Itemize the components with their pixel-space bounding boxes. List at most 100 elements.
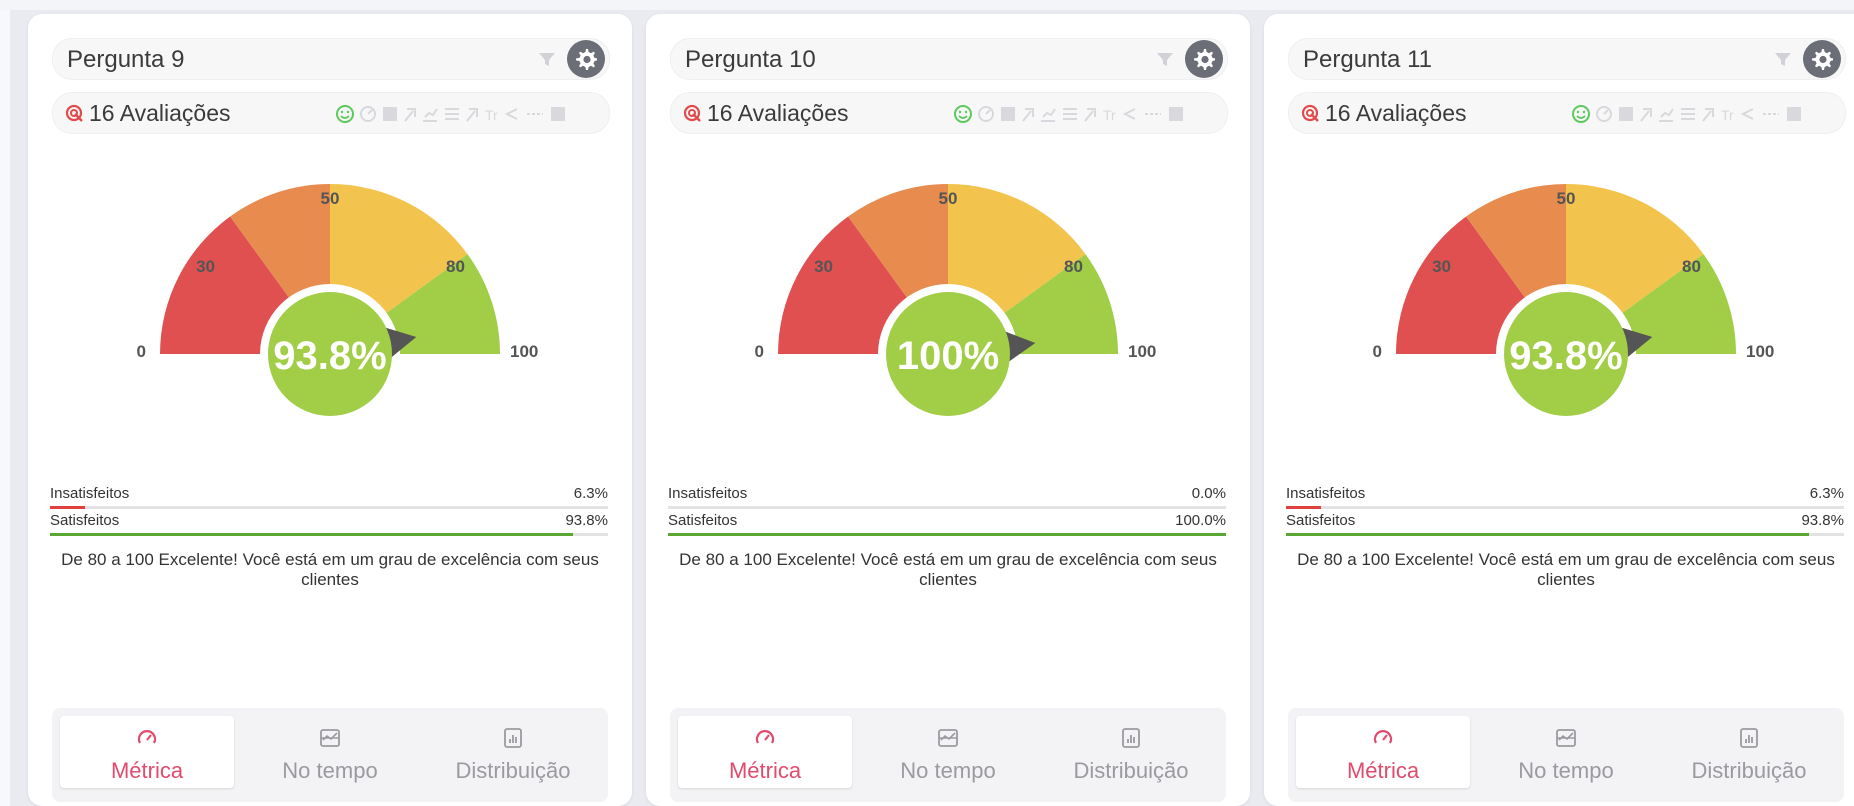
tick-label-30: 30 bbox=[196, 257, 215, 276]
satisfeitos-label: Satisfeitos bbox=[50, 512, 120, 529]
trend-icon[interactable] bbox=[466, 108, 478, 122]
share-icon[interactable] bbox=[1740, 108, 1754, 120]
satisfeitos-track bbox=[50, 533, 608, 536]
card-subheader: 16 Avaliações Tr bbox=[670, 92, 1228, 134]
list-icon[interactable] bbox=[1063, 108, 1077, 120]
settings-button[interactable] bbox=[1185, 40, 1223, 78]
filter-icon[interactable] bbox=[537, 51, 557, 69]
trend-icon[interactable] bbox=[1702, 108, 1714, 122]
settings-button[interactable] bbox=[567, 40, 605, 78]
smiley-icon[interactable] bbox=[336, 105, 354, 123]
bar-icon[interactable] bbox=[383, 107, 397, 121]
tab-label: No tempo bbox=[900, 758, 996, 783]
tab-no-tempo[interactable]: No tempo bbox=[1479, 716, 1653, 788]
satisfeitos-label: Satisfeitos bbox=[1286, 512, 1356, 529]
list-icon[interactable] bbox=[445, 108, 459, 120]
gear-icon bbox=[576, 49, 597, 70]
question-card-10: Pergunta 10 16 Avaliações Tr 100% 0 30 5… bbox=[646, 14, 1250, 806]
text-size-icon[interactable]: Tr bbox=[1721, 107, 1734, 123]
bar-icon[interactable] bbox=[1619, 107, 1633, 121]
responses-count: 16 Avaliações bbox=[707, 100, 849, 126]
gauge-value: 93.8% bbox=[1509, 334, 1622, 378]
question-title: Pergunta 9 bbox=[67, 46, 185, 73]
tick-label-100: 100 bbox=[1128, 342, 1156, 361]
responses-count: 16 Avaliações bbox=[1325, 100, 1467, 126]
tick-label-30: 30 bbox=[814, 257, 833, 276]
tab-distribuicao[interactable]: Distribuição bbox=[1044, 716, 1218, 788]
smiley-icon[interactable] bbox=[1572, 105, 1590, 123]
gauge-icon[interactable] bbox=[360, 106, 376, 122]
tick-label-100: 100 bbox=[510, 342, 538, 361]
satisfeitos-track bbox=[1286, 533, 1844, 536]
tab-label: No tempo bbox=[1518, 758, 1614, 783]
tab-no-tempo[interactable]: No tempo bbox=[861, 716, 1035, 788]
share-icon[interactable] bbox=[504, 108, 518, 120]
share-icon[interactable] bbox=[1122, 108, 1136, 120]
satisfeitos-value: 93.8% bbox=[565, 512, 608, 529]
insatisfeitos-fill bbox=[50, 506, 86, 509]
tab-metrica[interactable]: Métrica bbox=[60, 716, 234, 788]
tab-metrica[interactable]: Métrica bbox=[678, 716, 852, 788]
gauge-icon[interactable] bbox=[978, 106, 994, 122]
image-icon[interactable] bbox=[1169, 107, 1183, 121]
insatisfeitos-track bbox=[50, 506, 608, 509]
scatter-icon[interactable] bbox=[1659, 108, 1674, 122]
smiley-icon[interactable] bbox=[954, 105, 972, 123]
satisfaction-gauge: 93.8% 0 30 50 80 100 bbox=[137, 184, 538, 424]
satisfeitos-fill bbox=[1286, 533, 1810, 536]
satisfeitos-track bbox=[668, 533, 1226, 536]
tick-label-100: 100 bbox=[1746, 342, 1774, 361]
card-header: Pergunta 11 bbox=[1288, 38, 1846, 80]
insatisfeitos-value: 0.0% bbox=[1191, 485, 1226, 502]
scatter-icon[interactable] bbox=[423, 108, 438, 122]
gauge-icon[interactable] bbox=[1596, 106, 1612, 122]
card-header: Pergunta 9 bbox=[52, 38, 610, 80]
card-subheader: 16 Avaliações Tr bbox=[52, 92, 610, 134]
gear-icon bbox=[1812, 49, 1833, 70]
line-icon[interactable] bbox=[404, 108, 416, 122]
text-size-icon[interactable]: Tr bbox=[485, 107, 498, 123]
text-size-icon[interactable]: Tr bbox=[1103, 107, 1116, 123]
tab-label: No tempo bbox=[282, 758, 378, 783]
view-tabs: Métrica No tempo Distribuição bbox=[1288, 708, 1844, 802]
image-icon[interactable] bbox=[1787, 107, 1801, 121]
card-header: Pergunta 10 bbox=[670, 38, 1228, 80]
tab-label: Distribuição bbox=[455, 758, 571, 783]
line-icon[interactable] bbox=[1022, 108, 1034, 122]
insatisfeitos-label: Insatisfeitos bbox=[50, 485, 130, 502]
question-card-11: Pergunta 11 16 Avaliações Tr 93.8% 0 30 … bbox=[1264, 14, 1854, 806]
tick-label-30: 30 bbox=[1432, 257, 1451, 276]
trend-icon[interactable] bbox=[1084, 108, 1096, 122]
tick-label-0: 0 bbox=[137, 342, 146, 361]
left-edge bbox=[0, 0, 10, 806]
tab-label: Distribuição bbox=[1073, 758, 1189, 783]
settings-button[interactable] bbox=[1803, 40, 1841, 78]
view-tabs: Métrica No tempo Distribuição bbox=[52, 708, 608, 802]
tab-distribuicao[interactable]: Distribuição bbox=[426, 716, 600, 788]
speedometer-icon bbox=[1373, 730, 1393, 744]
bar-icon[interactable] bbox=[1001, 107, 1015, 121]
tab-no-tempo[interactable]: No tempo bbox=[243, 716, 417, 788]
speedometer-icon bbox=[137, 730, 157, 744]
tab-label: Métrica bbox=[110, 758, 184, 783]
gauge-value: 93.8% bbox=[273, 334, 386, 378]
chart-toolbar: Tr bbox=[1572, 105, 1801, 123]
scatter-icon[interactable] bbox=[1041, 108, 1056, 122]
list-icon[interactable] bbox=[1681, 108, 1695, 120]
satisfeitos-value: 93.8% bbox=[1801, 512, 1844, 529]
filter-icon[interactable] bbox=[1155, 51, 1175, 69]
tick-label-80: 80 bbox=[1682, 257, 1701, 276]
insatisfeitos-fill bbox=[1286, 506, 1322, 509]
insatisfeitos-label: Insatisfeitos bbox=[1286, 485, 1366, 502]
question-title: Pergunta 10 bbox=[685, 46, 816, 73]
tab-metrica[interactable]: Métrica bbox=[1296, 716, 1470, 788]
distribution-icon bbox=[1740, 728, 1758, 748]
filter-icon[interactable] bbox=[1773, 51, 1793, 69]
satisfeitos-value: 100.0% bbox=[1175, 512, 1226, 529]
tab-distribuicao[interactable]: Distribuição bbox=[1662, 716, 1836, 788]
image-icon[interactable] bbox=[551, 107, 565, 121]
tab-label: Distribuição bbox=[1691, 758, 1807, 783]
line-icon[interactable] bbox=[1640, 108, 1652, 122]
score-description: De 80 a 100 Excelente! Você está em um g… bbox=[679, 550, 1217, 589]
satisfeitos-fill bbox=[668, 533, 1226, 536]
